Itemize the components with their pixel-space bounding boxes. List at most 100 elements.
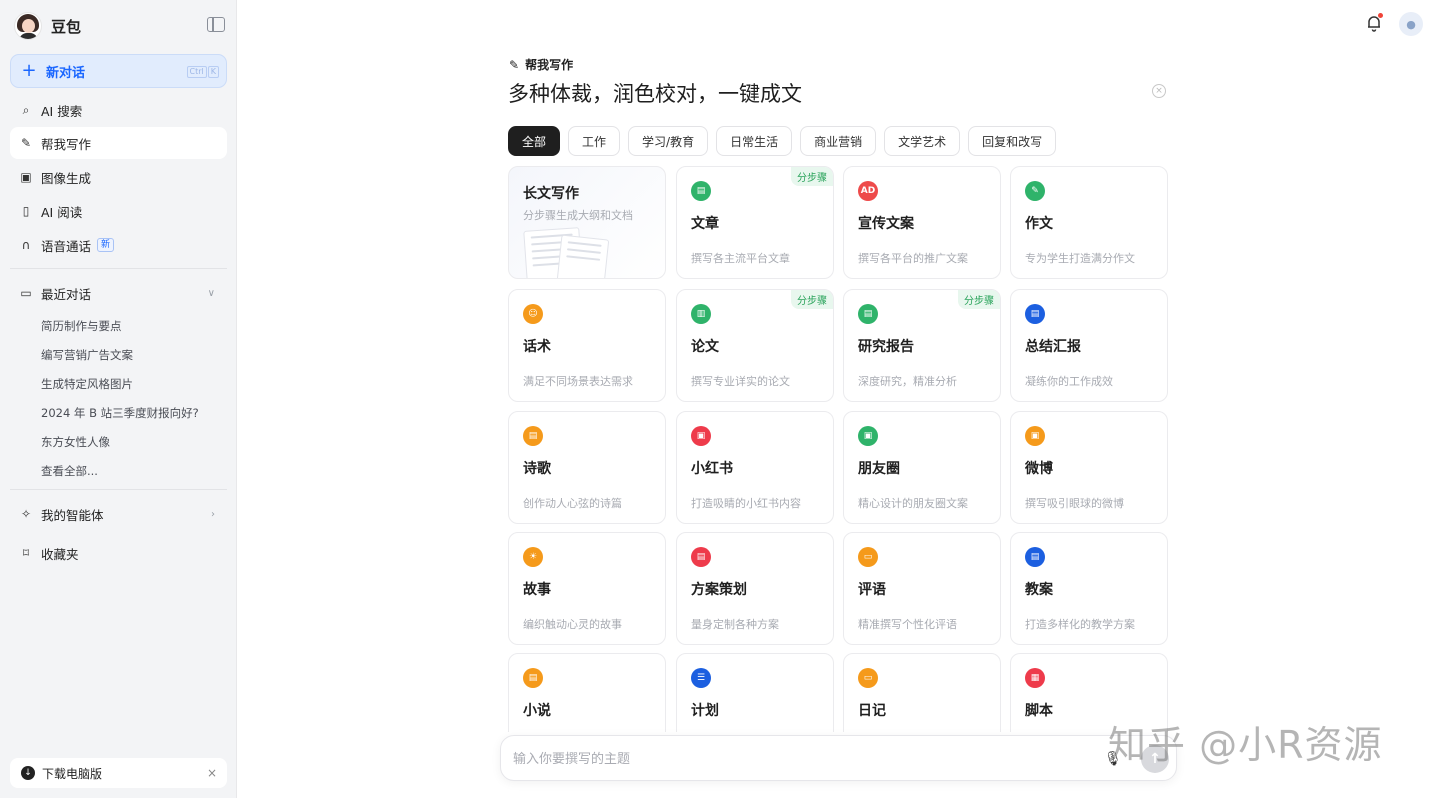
template-card[interactable]: ▣ 小红书 打造吸睛的小红书内容 <box>676 411 834 524</box>
sidebar-item-label: AI 搜索 <box>41 103 83 119</box>
template-desc: 撰写各平台的推广文案 <box>858 252 968 265</box>
document-illustration <box>556 234 610 278</box>
prompt-input[interactable] <box>513 748 1073 770</box>
writing-templates-grid: 长文写作 分步骤生成大纲和文档 ▤ 文章 撰写各主流平台文章 分步骤 AD 宣传文案 撰写各平台… <box>508 166 1170 732</box>
template-icon: ▣ <box>858 426 878 446</box>
template-card[interactable]: ▤ 小说 <box>508 653 666 732</box>
recent-chat-item[interactable]: 2024 年 B 站三季度财报向好? <box>41 405 199 421</box>
tab-reply-rewrite[interactable]: 回复和改写 <box>968 126 1057 156</box>
brand[interactable]: 豆包 <box>14 10 81 42</box>
recent-chat-item[interactable]: 简历制作与要点 <box>41 318 122 334</box>
template-icon: ▤ <box>1025 304 1045 324</box>
sidebar-item-ai-search[interactable]: ⌕ AI 搜索 <box>10 94 227 126</box>
template-desc: 分步骤生成大纲和文档 <box>523 209 633 222</box>
headphones-icon: ∩ <box>21 238 31 252</box>
close-icon[interactable]: × <box>1152 84 1166 98</box>
template-icon: ▤ <box>691 181 711 201</box>
view-all-link[interactable]: 查看全部... <box>41 463 98 479</box>
step-badge: 分步骤 <box>791 290 833 309</box>
recent-chat-item[interactable]: 编写营销广告文案 <box>41 347 133 363</box>
template-desc: 量身定制各种方案 <box>691 618 779 631</box>
sidebar-item-label: 图像生成 <box>41 170 92 186</box>
sidebar-item-label: 语音通话 <box>41 238 92 254</box>
chat-icon: ▭ <box>20 286 32 300</box>
step-badge: 分步骤 <box>958 290 1000 309</box>
brand-name: 豆包 <box>51 17 82 36</box>
template-desc: 打造多样化的教学方案 <box>1025 618 1135 631</box>
template-card[interactable]: AD 宣传文案撰写各平台的推广文案 <box>843 166 1001 279</box>
headline: 多种体裁，润色校对，一键成文 <box>508 82 802 106</box>
template-title: 总结汇报 <box>1025 339 1081 355</box>
tab-marketing[interactable]: 商业营销 <box>800 126 877 156</box>
template-icon: ☀ <box>523 547 543 567</box>
template-title: 方案策划 <box>691 582 747 598</box>
tab-study[interactable]: 学习/教育 <box>628 126 709 156</box>
notification-dot <box>1378 13 1383 18</box>
template-title: 研究报告 <box>858 339 914 355</box>
prompt-input-bar: 🎙 ↑ <box>500 735 1177 781</box>
template-card[interactable]: ✎ 作文 专为学生打造满分作文 <box>1010 166 1168 279</box>
divider <box>10 268 227 269</box>
template-card[interactable]: 长文写作 分步骤生成大纲和文档 <box>508 166 666 279</box>
sidebar-item-agents[interactable]: ✧ 我的智能体 › <box>10 498 227 530</box>
magic-pen-icon: ✎ <box>509 57 520 72</box>
template-title: 话术 <box>523 339 551 355</box>
template-card[interactable]: ▤ 文章 撰写各主流平台文章 分步骤 <box>676 166 834 279</box>
template-desc: 专为学生打造满分作文 <box>1025 252 1135 265</box>
tab-daily[interactable]: 日常生活 <box>716 126 793 156</box>
step-badge: 分步骤 <box>791 167 833 186</box>
template-card[interactable]: ☰ 计划 <box>676 653 834 732</box>
sidebar: 豆包 + 新对话 Ctrl K ⌕ AI 搜索 ✎ 帮我写作 ▣ 图像生成 ▯ … <box>0 0 237 798</box>
template-desc: 精准撰写个性化评语 <box>858 618 957 631</box>
template-card[interactable]: ▣ 微博 撰写吸引眼球的微博 <box>1010 411 1168 524</box>
sidebar-item-favorites[interactable]: ⌑ 收藏夹 <box>10 537 227 569</box>
template-card[interactable]: ▤ 教案 打造多样化的教学方案 <box>1010 532 1168 645</box>
template-card[interactable]: ▣ 朋友圈 精心设计的朋友圈文案 <box>843 411 1001 524</box>
tab-all[interactable]: 全部 <box>508 126 561 156</box>
bell-icon[interactable] <box>1365 13 1383 32</box>
sidebar-item-label: AI 阅读 <box>41 204 83 220</box>
template-title: 小说 <box>523 703 551 719</box>
template-card[interactable]: ▤ 总结汇报凝练你的工作成效 <box>1010 289 1168 402</box>
recent-chat-item[interactable]: 生成特定风格图片 <box>41 376 133 392</box>
template-icon: ▦ <box>1025 668 1045 688</box>
template-desc: 打造吸睛的小红书内容 <box>691 497 801 510</box>
template-title: 教案 <box>1025 582 1053 598</box>
template-icon: AD <box>858 181 878 201</box>
template-card[interactable]: ▤ 方案策划 量身定制各种方案 <box>676 532 834 645</box>
template-desc: 凝练你的工作成效 <box>1025 375 1113 388</box>
plus-icon: + <box>21 60 37 81</box>
new-chat-button[interactable]: + 新对话 Ctrl K <box>10 54 227 88</box>
template-desc: 撰写专业详实的论文 <box>691 375 790 388</box>
sidebar-item-voice-call[interactable]: ∩ 语音通话 新 <box>10 229 227 261</box>
tab-work[interactable]: 工作 <box>568 126 621 156</box>
recent-chats-header[interactable]: ▭ 最近对话 ∨ <box>10 277 227 309</box>
template-card[interactable]: ☺ 话术 满足不同场景表达需求 <box>508 289 666 402</box>
chevron-right-icon: › <box>211 508 215 520</box>
recent-chat-item[interactable]: 东方女性人像 <box>41 434 110 450</box>
bookmark-icon: ⌑ <box>22 546 30 560</box>
sidebar-item-image-gen[interactable]: ▣ 图像生成 <box>10 161 227 193</box>
template-card[interactable]: ▤ 诗歌 创作动人心弦的诗篇 <box>508 411 666 524</box>
template-card[interactable]: ☀ 故事 编织触动心灵的故事 <box>508 532 666 645</box>
template-desc: 深度研究，精准分析 <box>858 375 957 388</box>
sidebar-item-writing[interactable]: ✎ 帮我写作 <box>10 127 227 159</box>
download-icon: ↓ <box>21 766 35 780</box>
tab-literature[interactable]: 文学艺术 <box>884 126 961 156</box>
section-title: ✎ 帮我写作 <box>509 56 573 73</box>
template-card[interactable]: ▭ 日记 <box>843 653 1001 732</box>
download-desktop-button[interactable]: ↓ 下载电脑版 × <box>10 758 227 788</box>
template-title: 宣传文案 <box>858 216 914 232</box>
sidebar-item-ai-reading[interactable]: ▯ AI 阅读 <box>10 195 227 227</box>
template-icon: ✎ <box>1025 181 1045 201</box>
shortcut-hint: Ctrl K <box>186 66 219 78</box>
template-desc: 满足不同场景表达需求 <box>523 375 633 388</box>
template-card[interactable]: ▥ 论文 撰写专业详实的论文 分步骤 <box>676 289 834 402</box>
template-card[interactable]: ▤ 研究报告 深度研究，精准分析 分步骤 <box>843 289 1001 402</box>
template-title: 小红书 <box>691 461 733 477</box>
template-desc: 撰写各主流平台文章 <box>691 252 790 265</box>
template-card[interactable]: ▭ 评语 精准撰写个性化评语 <box>843 532 1001 645</box>
close-icon[interactable]: × <box>207 766 217 780</box>
sidebar-collapse-icon[interactable] <box>207 17 225 32</box>
user-avatar[interactable]: ● <box>1399 12 1423 36</box>
